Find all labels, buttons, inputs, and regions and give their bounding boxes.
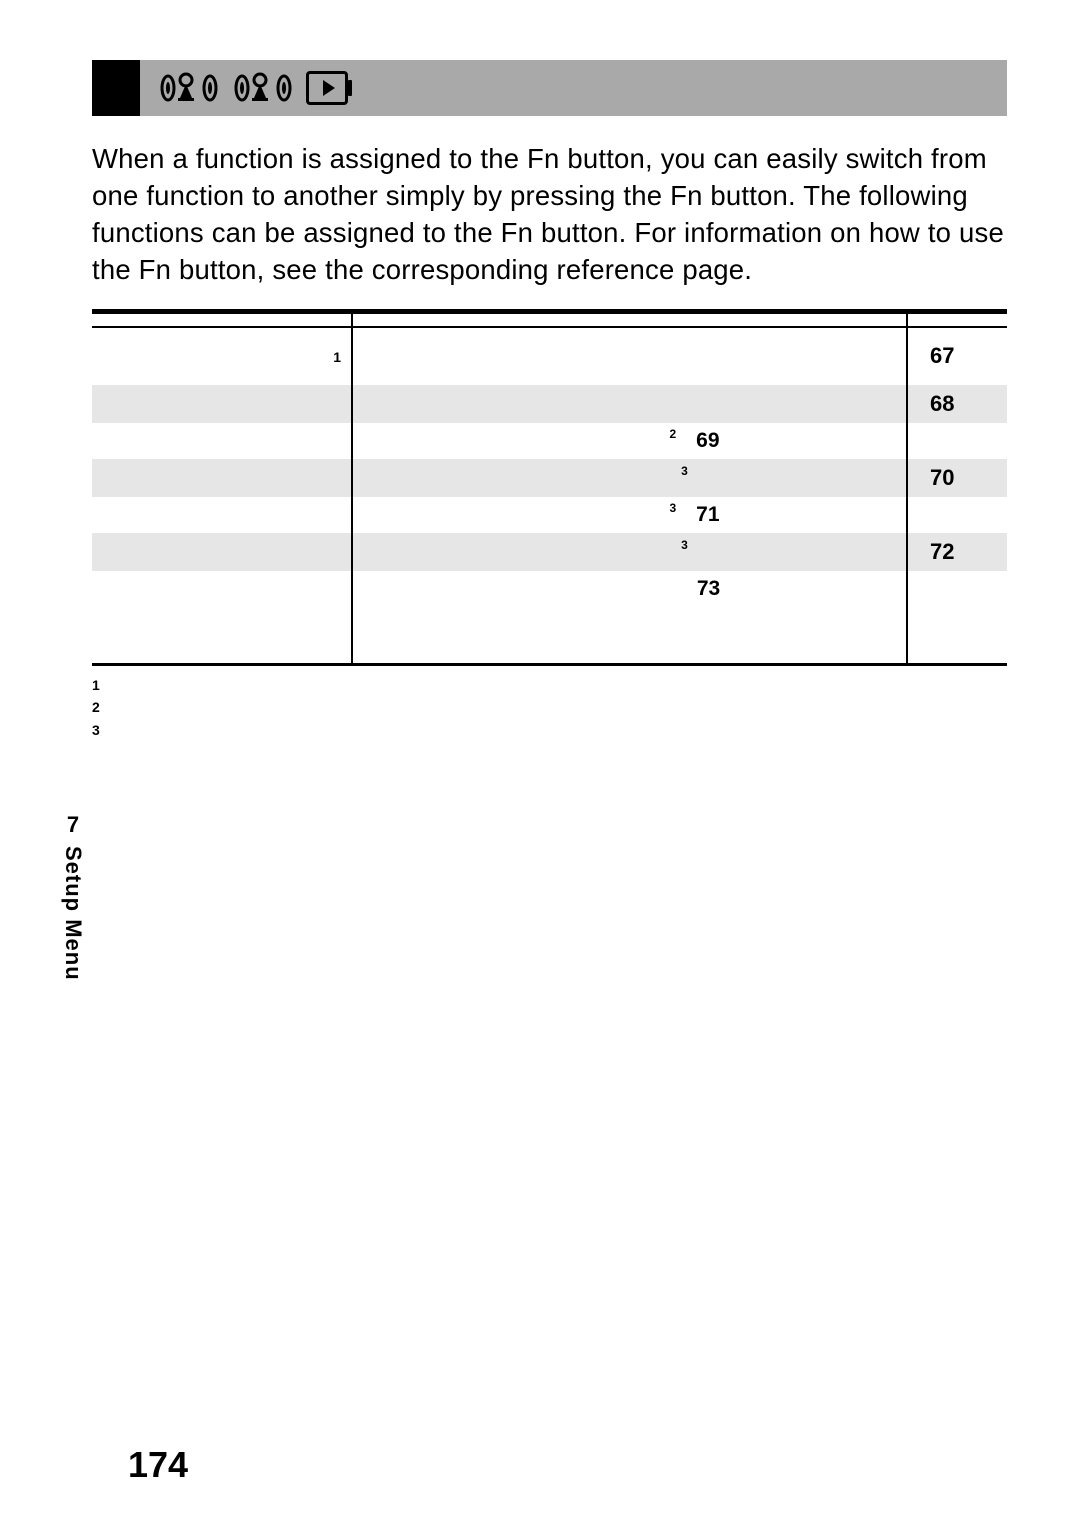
fn-functions-table: 1 67 68 2 69 3 70 3 71 3 72 [92, 309, 1007, 667]
header-black-block [92, 60, 140, 116]
header-bar [92, 60, 1007, 116]
table-row: 68 [92, 385, 1007, 423]
page-ref: 71 [696, 503, 719, 526]
page-ref: 73 [697, 577, 720, 600]
footnote-ref: 3 [669, 501, 676, 515]
table-row: 1 67 [92, 327, 1007, 385]
page-ref: 69 [696, 429, 719, 452]
table-row: 3 71 [92, 497, 1007, 533]
section-name: Setup Menu [60, 846, 86, 981]
section-tab: 7 Setup Menu [60, 812, 86, 981]
table-row: 3 70 [92, 459, 1007, 497]
footnote-marker: 3 [92, 719, 106, 741]
page-ref: 67 [930, 343, 954, 368]
mode-glyph-icon [232, 68, 296, 108]
footnote-ref: 2 [669, 427, 676, 441]
footnotes: 1 2 3 [92, 674, 1007, 741]
mode-icons-group [158, 68, 348, 108]
footnote-ref: 3 [681, 538, 688, 552]
footnote-ref: 1 [333, 349, 341, 365]
intro-paragraph: When a function is assigned to the Fn bu… [92, 140, 1007, 289]
table-row: 2 69 [92, 423, 1007, 459]
table-row [92, 607, 1007, 665]
page-ref: 68 [930, 391, 954, 416]
table-row: 73 [92, 571, 1007, 607]
section-number: 7 [67, 812, 79, 838]
page-number: 174 [128, 1444, 188, 1486]
footnote-ref: 3 [681, 464, 688, 478]
footnote-marker: 1 [92, 674, 106, 696]
table-row: 3 72 [92, 533, 1007, 571]
footnote-marker: 2 [92, 696, 106, 718]
page-ref: 70 [930, 465, 954, 490]
playback-icon [306, 71, 348, 105]
mode-glyph-icon [158, 68, 222, 108]
page-ref: 72 [930, 539, 954, 564]
